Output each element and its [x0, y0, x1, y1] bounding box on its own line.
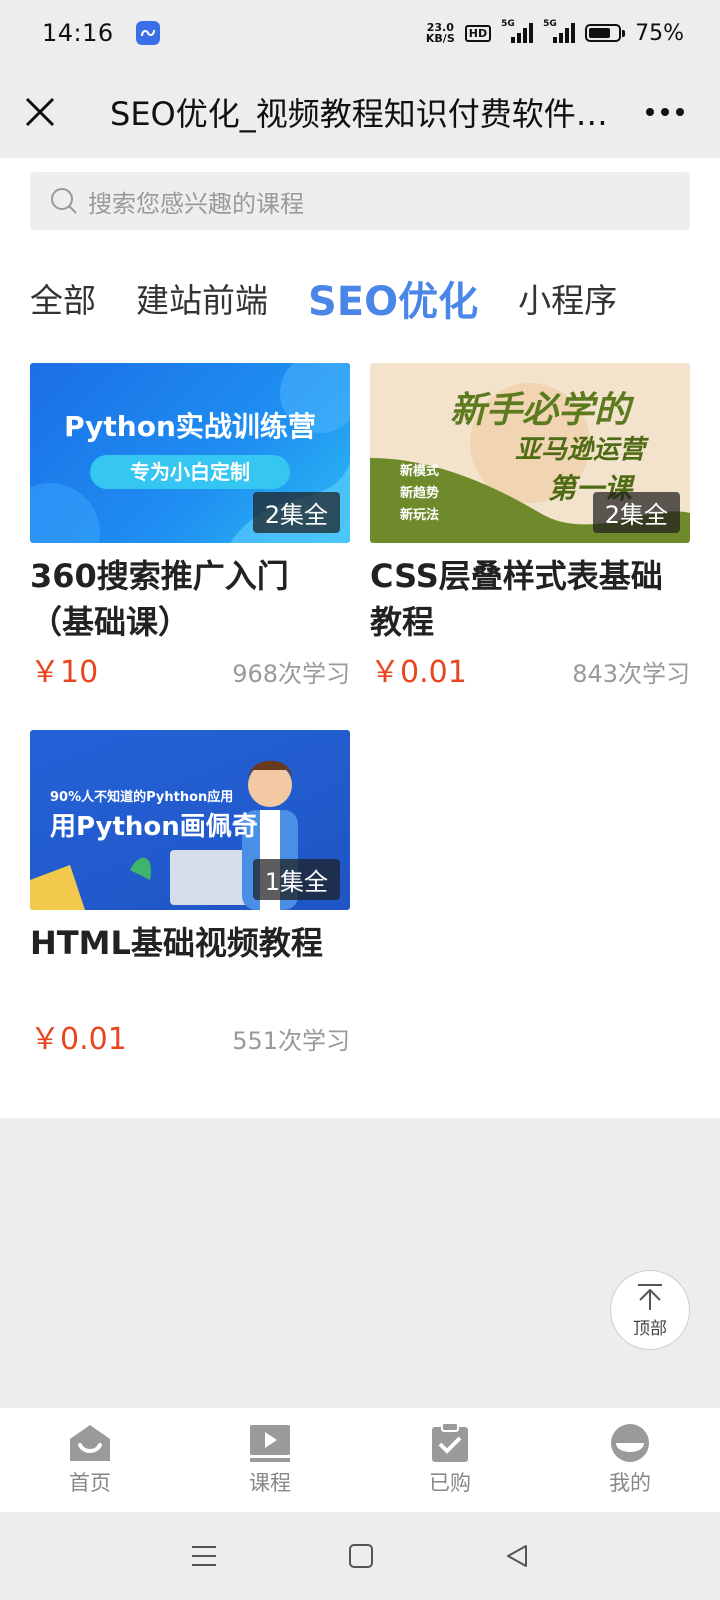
tab-web-frontend[interactable]: 建站前端 — [136, 274, 268, 322]
course-price: ￥0.01 — [30, 1022, 127, 1057]
nav-label: 课程 — [249, 1471, 291, 1495]
thumbnail-subline: 专为小白定制 — [90, 455, 290, 489]
more-dot-icon — [646, 108, 654, 116]
signal-icon: 5G — [501, 19, 534, 43]
course-thumbnail: 新手必学的 亚马逊运营 第一课 新模式 新趋势 新玩法 2集全 — [370, 363, 690, 543]
nav-label: 首页 — [69, 1471, 111, 1495]
more-dot-icon — [661, 108, 669, 116]
close-button[interactable] — [0, 66, 80, 158]
home-square-icon[interactable] — [348, 1543, 374, 1569]
course-thumbnail: 90%人不知道的Pyhthon应用 用Python画佩奇 1集全 — [30, 730, 350, 910]
notification-app-icon — [135, 21, 160, 45]
course-title: CSS层叠样式表基础教程 — [370, 557, 663, 641]
tab-seo[interactable]: SEO优化 — [308, 269, 478, 327]
network-speed: 23.0 KB/S — [425, 21, 455, 45]
thumbnail-headline: Python实战训练营 — [64, 410, 316, 443]
course-learner-count: 968次学习 — [232, 660, 350, 688]
nav-label: 已购 — [429, 1471, 471, 1495]
home-icon — [70, 1425, 110, 1461]
search-icon — [51, 188, 77, 214]
system-navigation-bar — [0, 1512, 720, 1600]
signal-icon: 5G — [543, 19, 576, 43]
course-learner-count: 551次学习 — [232, 1027, 350, 1055]
thumbnail-bullets: 新模式 新趋势 新玩法 — [400, 464, 440, 523]
battery-percent: 75% — [635, 20, 684, 46]
search-placeholder: 搜索您感兴趣的课程 — [88, 189, 304, 218]
nav-label: 我的 — [609, 1471, 651, 1495]
course-thumbnail: Python实战训练营 专为小白定制 2集全 — [30, 363, 350, 543]
thumbnail-headline: 新手必学的 — [449, 390, 630, 431]
thumbnail-headline: 用Python画佩奇 — [50, 812, 258, 842]
status-bar: 14:16 23.0 KB/S HD 5G 5G 75% — [0, 0, 720, 66]
user-icon — [611, 1424, 649, 1462]
nav-courses[interactable]: 课程 — [180, 1408, 360, 1512]
course-price: ￥10 — [30, 655, 99, 690]
nav-home[interactable]: 首页 — [0, 1408, 180, 1512]
episode-count-badge: 2集全 — [252, 492, 340, 533]
title-bar: SEO优化_视频教程知识付费软件系统 — [0, 66, 720, 158]
clipboard-check-icon — [432, 1423, 468, 1462]
episode-count-badge: 2集全 — [592, 492, 680, 533]
course-card[interactable]: 新手必学的 亚马逊运营 第一课 新模式 新趋势 新玩法 2集全 CSS层叠样式表… — [370, 363, 690, 691]
bottom-navigation: 首页 课程 已购 我的 — [0, 1408, 720, 1512]
episode-count-badge: 1集全 — [252, 859, 340, 900]
course-title: HTML基础视频教程 — [30, 924, 323, 962]
thumbnail-subline: 90%人不知道的Pyhthon应用 — [50, 790, 234, 805]
back-to-top-label: 顶部 — [633, 1318, 667, 1339]
more-options-button[interactable] — [610, 66, 720, 158]
status-time: 14:16 — [42, 19, 114, 47]
menu-icon[interactable] — [190, 1544, 218, 1568]
course-learner-count: 843次学习 — [572, 660, 690, 688]
course-card[interactable]: Python实战训练营 专为小白定制 2集全 360搜索推广入门（基础课） ￥1… — [30, 363, 350, 691]
back-to-top-button[interactable]: 顶部 — [610, 1270, 690, 1350]
course-title: 360搜索推广入门（基础课） — [30, 557, 289, 641]
nav-mine[interactable]: 我的 — [540, 1408, 720, 1512]
tab-all[interactable]: 全部 — [30, 274, 96, 322]
nav-purchased[interactable]: 已购 — [360, 1408, 540, 1512]
battery-icon — [585, 24, 626, 42]
course-price: ￥0.01 — [370, 655, 467, 690]
play-icon — [250, 1425, 290, 1462]
more-dot-icon — [676, 108, 684, 116]
tab-mini-program[interactable]: 小程序 — [518, 274, 617, 322]
arrow-up-icon — [638, 1283, 662, 1310]
hd-voice-badge: HD — [464, 24, 492, 42]
page-title: SEO优化_视频教程知识付费软件系统 — [110, 95, 610, 133]
thumbnail-subline: 亚马逊运营 — [514, 435, 645, 465]
category-tabs: 全部 建站前端 SEO优化 小程序 — [30, 258, 657, 338]
search-input[interactable]: 搜索您感兴趣的课程 — [30, 172, 690, 230]
close-icon — [25, 97, 55, 127]
course-card[interactable]: 90%人不知道的Pyhthon应用 用Python画佩奇 1集全 HTML基础视… — [30, 730, 350, 1058]
back-triangle-icon[interactable] — [504, 1543, 530, 1569]
main-content: 搜索您感兴趣的课程 全部 建站前端 SEO优化 小程序 Python实战训练营 … — [0, 158, 720, 1118]
